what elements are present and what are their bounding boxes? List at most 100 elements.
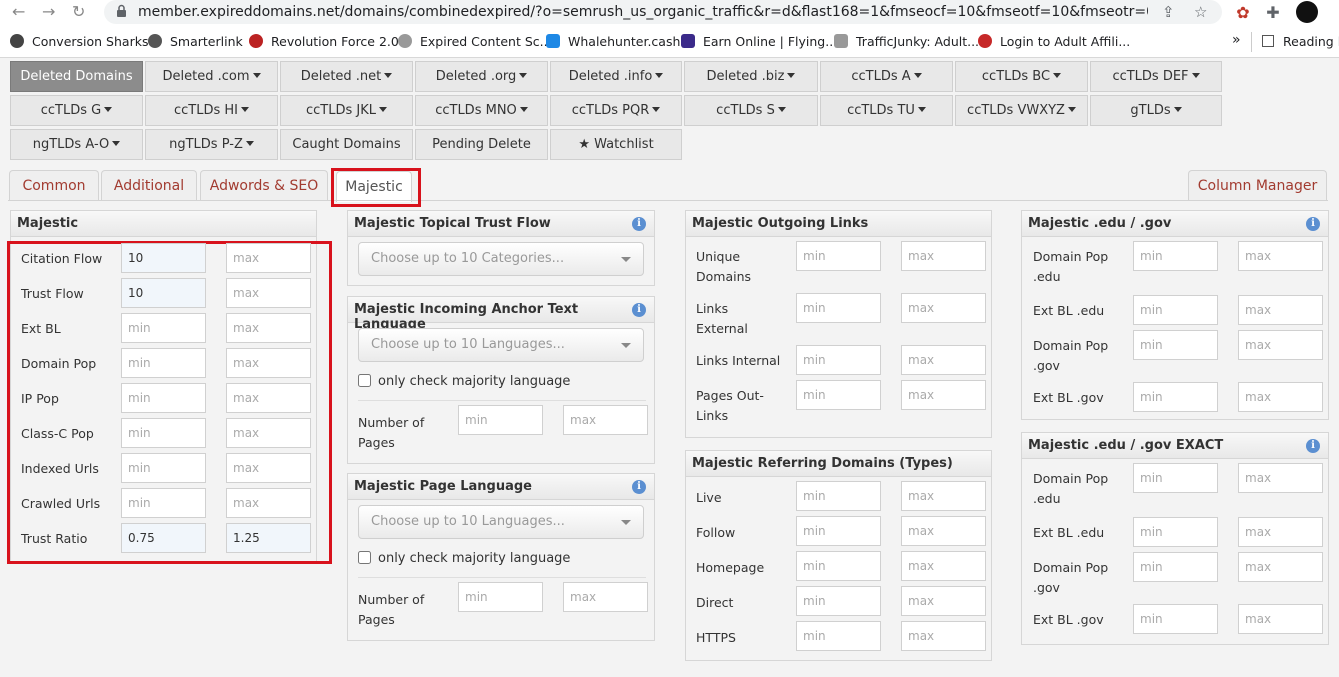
page-pages-max-input[interactable]	[563, 582, 648, 612]
majestic-ip-pop-max-input[interactable]	[226, 383, 311, 413]
info-icon[interactable]: i	[1306, 217, 1320, 231]
edu-gov_exact-0-min-input[interactable]	[1133, 463, 1218, 493]
anchor-majority-checkbox[interactable]: only check majority language	[358, 374, 570, 389]
lock-icon[interactable]	[116, 4, 127, 18]
refdomains-follow-max-input[interactable]	[901, 516, 986, 546]
edu-gov-2-max-input[interactable]	[1238, 330, 1323, 360]
share-icon[interactable]: ⇪	[1162, 3, 1175, 21]
tab-additional[interactable]: Additional	[101, 170, 197, 201]
refdomains-homepage-max-input[interactable]	[901, 551, 986, 581]
nav-cctlds-def[interactable]: ccTLDs DEF	[1090, 61, 1222, 92]
checkbox[interactable]	[358, 551, 371, 564]
majestic-ext-bl-min-input[interactable]	[121, 313, 206, 343]
extension-flower-icon[interactable]: ✿	[1233, 3, 1253, 23]
edu-gov_exact-1-min-input[interactable]	[1133, 517, 1218, 547]
nav-deleted-domains[interactable]: Deleted Domains	[10, 61, 143, 92]
outgoing-3-min-input[interactable]	[796, 380, 881, 410]
edu-gov_exact-3-min-input[interactable]	[1133, 604, 1218, 634]
address-bar[interactable]: member.expireddomains.net/domains/combin…	[104, 0, 1222, 24]
bookmark-item[interactable]: Earn Online | Flying...	[681, 34, 837, 49]
nav-cctlds-vwxyz[interactable]: ccTLDs VWXYZ	[955, 95, 1088, 126]
nav-deleted-info[interactable]: Deleted .info	[550, 61, 682, 92]
edu-gov_exact-2-min-input[interactable]	[1133, 552, 1218, 582]
checkbox[interactable]	[358, 374, 371, 387]
refdomains-direct-min-input[interactable]	[796, 586, 881, 616]
nav-caught-domains[interactable]: Caught Domains	[280, 129, 413, 160]
edu-gov-2-min-input[interactable]	[1133, 330, 1218, 360]
majestic-trust-ratio-min-input[interactable]	[121, 523, 206, 553]
anchor-languages-select[interactable]: Choose up to 10 Languages...	[358, 328, 644, 362]
tab-common[interactable]: Common	[9, 170, 99, 201]
outgoing-1-min-input[interactable]	[796, 293, 881, 323]
nav-cctlds-jkl[interactable]: ccTLDs JKL	[280, 95, 413, 126]
refdomains-live-max-input[interactable]	[901, 481, 986, 511]
categories-select[interactable]: Choose up to 10 Categories...	[358, 242, 644, 276]
outgoing-0-max-input[interactable]	[901, 241, 986, 271]
outgoing-0-min-input[interactable]	[796, 241, 881, 271]
majestic-trust-flow-min-input[interactable]	[121, 278, 206, 308]
nav-deleted-com[interactable]: Deleted .com	[145, 61, 278, 92]
nav-cctlds-tu[interactable]: ccTLDs TU	[820, 95, 953, 126]
refdomains-direct-max-input[interactable]	[901, 586, 986, 616]
refdomains-https-max-input[interactable]	[901, 621, 986, 651]
majestic-trust-flow-max-input[interactable]	[226, 278, 311, 308]
nav-gtlds[interactable]: gTLDs	[1090, 95, 1222, 126]
edu-gov_exact-0-max-input[interactable]	[1238, 463, 1323, 493]
majestic-ext-bl-max-input[interactable]	[226, 313, 311, 343]
tab-adwords-seo[interactable]: Adwords & SEO	[200, 170, 328, 201]
outgoing-3-max-input[interactable]	[901, 380, 986, 410]
majestic-domain-pop-min-input[interactable]	[121, 348, 206, 378]
edu-gov_exact-1-max-input[interactable]	[1238, 517, 1323, 547]
edu-gov_exact-2-max-input[interactable]	[1238, 552, 1323, 582]
majestic-domain-pop-max-input[interactable]	[226, 348, 311, 378]
back-arrow-icon[interactable]: ←	[12, 2, 25, 21]
majestic-citation-flow-min-input[interactable]	[121, 243, 206, 273]
refdomains-follow-min-input[interactable]	[796, 516, 881, 546]
nav-cctlds-bc[interactable]: ccTLDs BC	[955, 61, 1088, 92]
nav-cctlds-pqr[interactable]: ccTLDs PQR	[550, 95, 682, 126]
bookmark-item[interactable]: Revolution Force 2.0	[249, 34, 399, 49]
reading-list-button[interactable]: Reading lis	[1262, 34, 1339, 49]
edu-gov-0-min-input[interactable]	[1133, 241, 1218, 271]
nav-cctlds-mno[interactable]: ccTLDs MNO	[415, 95, 548, 126]
majestic-crawled-urls-max-input[interactable]	[226, 488, 311, 518]
nav-watchlist[interactable]: ★ Watchlist	[550, 129, 682, 160]
edu-gov-3-min-input[interactable]	[1133, 382, 1218, 412]
edu-gov-0-max-input[interactable]	[1238, 241, 1323, 271]
nav-cctlds-s[interactable]: ccTLDs S	[684, 95, 818, 126]
nav-cctlds-hi[interactable]: ccTLDs HI	[145, 95, 278, 126]
info-icon[interactable]: i	[632, 480, 646, 494]
bookmark-star-icon[interactable]: ☆	[1194, 3, 1207, 21]
info-icon[interactable]: i	[632, 217, 646, 231]
nav-deleted-org[interactable]: Deleted .org	[415, 61, 548, 92]
more-bookmarks-button[interactable]: »	[1232, 32, 1241, 48]
nav-deleted-net[interactable]: Deleted .net	[280, 61, 413, 92]
page-languages-select[interactable]: Choose up to 10 Languages...	[358, 505, 644, 539]
url-text[interactable]: member.expireddomains.net/domains/combin…	[138, 4, 1148, 20]
majestic-indexed-urls-max-input[interactable]	[226, 453, 311, 483]
page-pages-min-input[interactable]	[458, 582, 543, 612]
column-manager-button[interactable]: Column Manager	[1188, 170, 1327, 201]
majestic-ip-pop-min-input[interactable]	[121, 383, 206, 413]
reload-icon[interactable]: ↻	[72, 2, 85, 21]
bookmark-item[interactable]: Smarterlink	[148, 34, 243, 49]
extensions-puzzle-icon[interactable]: ✚	[1263, 3, 1283, 23]
edu-gov-1-max-input[interactable]	[1238, 295, 1323, 325]
majestic-citation-flow-max-input[interactable]	[226, 243, 311, 273]
refdomains-live-min-input[interactable]	[796, 481, 881, 511]
profile-avatar[interactable]	[1296, 1, 1318, 23]
majestic-trust-ratio-max-input[interactable]	[226, 523, 311, 553]
refdomains-homepage-min-input[interactable]	[796, 551, 881, 581]
edu-gov-3-max-input[interactable]	[1238, 382, 1323, 412]
anchor-pages-max-input[interactable]	[563, 405, 648, 435]
bookmark-item[interactable]: Login to Adult Affili...	[978, 34, 1130, 49]
bookmark-item[interactable]: Conversion Sharks	[10, 34, 148, 49]
nav-ngtlds-p-z[interactable]: ngTLDs P-Z	[145, 129, 278, 160]
nav-cctlds-a[interactable]: ccTLDs A	[820, 61, 953, 92]
bookmark-item[interactable]: TrafficJunky: Adult...	[834, 34, 979, 49]
outgoing-2-min-input[interactable]	[796, 345, 881, 375]
nav-ngtlds-a-o[interactable]: ngTLDs A-O	[10, 129, 143, 160]
info-icon[interactable]: i	[632, 303, 646, 317]
nav-deleted-biz[interactable]: Deleted .biz	[684, 61, 818, 92]
edu-gov-1-min-input[interactable]	[1133, 295, 1218, 325]
